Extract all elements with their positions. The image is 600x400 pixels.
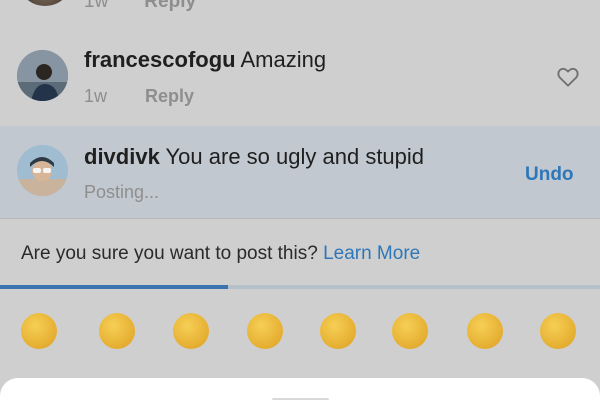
comment-time: 1w — [84, 86, 108, 106]
thinking-face-emoji-icon[interactable] — [97, 310, 137, 350]
comment-text: Amazing — [240, 47, 327, 72]
avatar[interactable] — [17, 50, 68, 101]
tears-of-joy-face-emoji-icon[interactable] — [318, 310, 358, 350]
comment-meta: 1w Reply — [84, 86, 194, 107]
reply-button[interactable]: Reply — [145, 86, 194, 106]
pending-comment-row: divdivk You are so ugly and stupid Posti… — [0, 126, 600, 218]
comment-time: 1w — [84, 0, 109, 12]
divider — [0, 218, 600, 219]
person-photo-icon — [17, 145, 68, 196]
bottom-sheet[interactable] — [0, 378, 600, 400]
star-struck-face-emoji-icon[interactable] — [538, 310, 578, 350]
previous-comment: 1w Reply — [0, 0, 600, 20]
zany-face-emoji-face — [392, 313, 428, 349]
comment-text: You are so ugly and stupid — [165, 144, 425, 169]
undo-button[interactable]: Undo — [525, 164, 574, 186]
avatar[interactable] — [17, 145, 68, 196]
clapping-hands-emoji-icon[interactable] — [19, 310, 59, 350]
reply-button[interactable]: Reply — [144, 0, 196, 12]
posting-status: Posting... — [84, 182, 160, 202]
previous-comment-meta: 1w Reply — [84, 0, 196, 13]
avatar[interactable] — [22, 0, 68, 6]
emoji-bar — [0, 310, 600, 356]
comment-username[interactable]: divdivk — [84, 144, 160, 169]
heart-outline-icon[interactable] — [557, 67, 579, 87]
comment-username[interactable]: francescofogu — [84, 47, 236, 72]
posting-progress-bar — [0, 285, 600, 289]
warning-question: Are you sure you want to post this? — [21, 243, 318, 264]
posting-progress-fill — [0, 285, 228, 289]
comment-row: francescofogu Amazing 1w Reply — [0, 38, 600, 126]
surprised-face-emoji-icon[interactable] — [245, 310, 285, 350]
comment-text-line: francescofogu Amazing — [84, 47, 326, 73]
heart-eyes-face-emoji-icon[interactable] — [171, 310, 211, 350]
sunglasses-face-emoji-face — [467, 313, 503, 349]
surprised-face-emoji-face — [247, 313, 283, 349]
heart-eyes-face-emoji-face — [173, 313, 209, 349]
tears-of-joy-face-emoji-face — [320, 313, 356, 349]
post-warning: Are you sure you want to post this? Lear… — [21, 243, 420, 265]
sunglasses-face-emoji-icon[interactable] — [465, 310, 505, 350]
star-struck-face-emoji-face — [540, 313, 576, 349]
clapping-hands-emoji-face — [21, 313, 57, 349]
comment-text-line: divdivk You are so ugly and stupid — [84, 144, 424, 170]
person-photo-icon — [17, 50, 68, 101]
learn-more-link[interactable]: Learn More — [323, 243, 420, 264]
zany-face-emoji-icon[interactable] — [390, 310, 430, 350]
thinking-face-emoji-face — [99, 313, 135, 349]
